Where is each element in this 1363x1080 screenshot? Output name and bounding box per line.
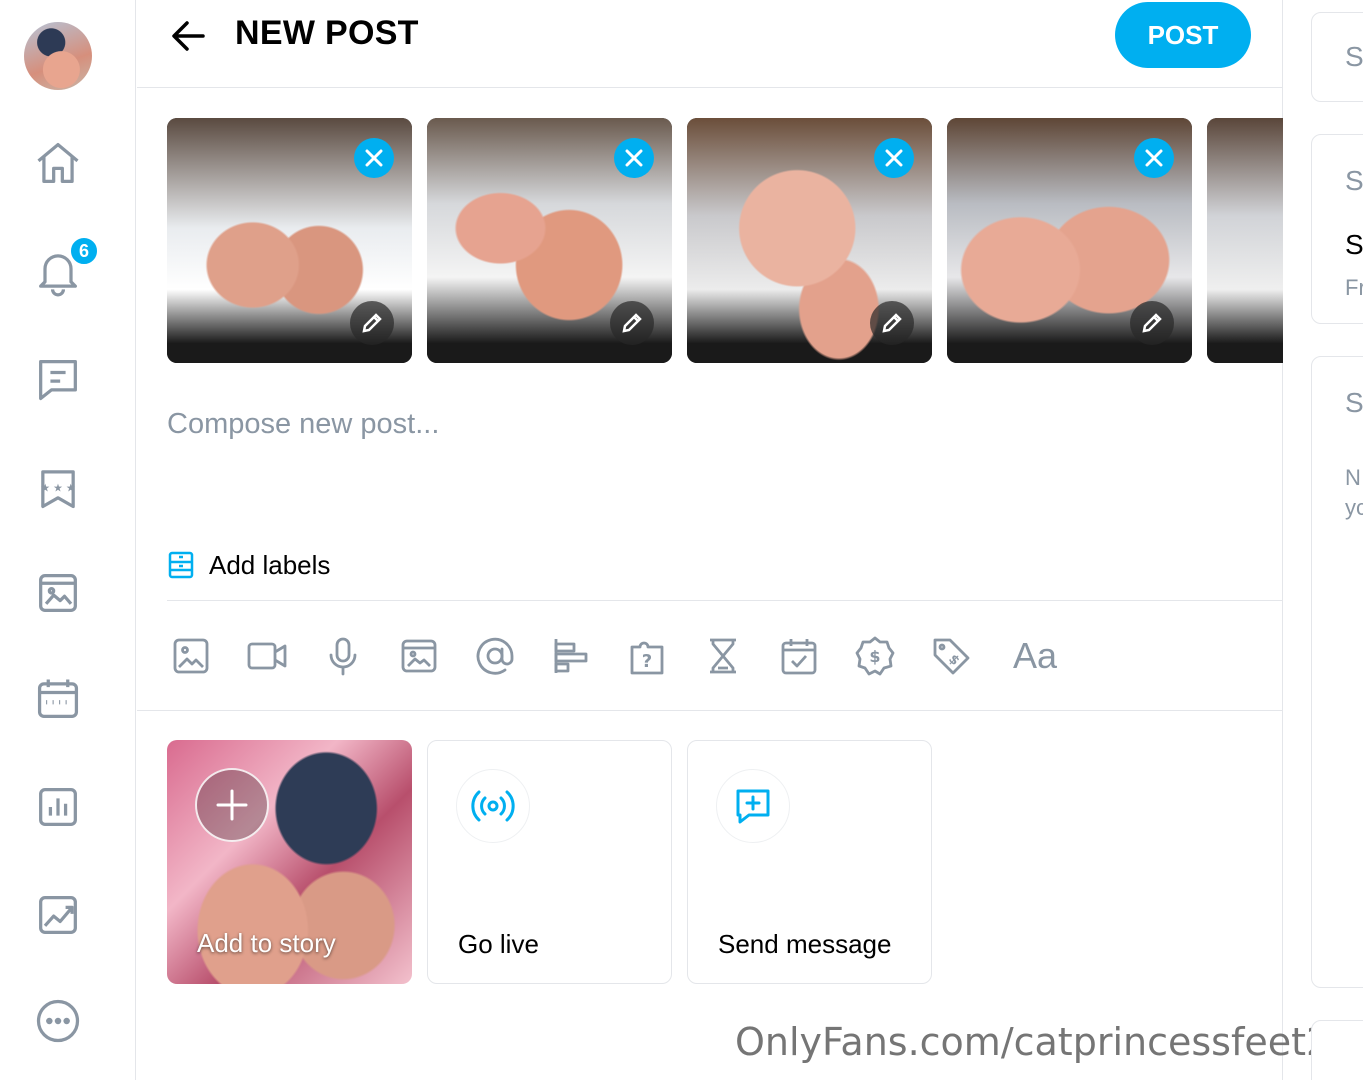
remove-media-icon[interactable] — [874, 138, 914, 178]
remove-media-icon[interactable] — [1134, 138, 1174, 178]
right-section-title: S — [1345, 165, 1363, 196]
text-format-button[interactable]: Aa — [1003, 630, 1067, 682]
media-thumbnail[interactable] — [947, 118, 1192, 363]
labels-icon — [168, 551, 194, 579]
edit-media-icon[interactable] — [1130, 301, 1174, 345]
page-header: NEW POST POST — [137, 0, 1283, 88]
back-arrow-icon[interactable] — [167, 14, 211, 58]
divider — [167, 600, 1283, 601]
collections-icon[interactable]: ★ ★ ★ — [30, 459, 86, 515]
hourglass-icon[interactable] — [699, 630, 747, 682]
post-button[interactable]: POST — [1115, 2, 1251, 68]
analytics-icon[interactable] — [30, 887, 86, 943]
edit-media-icon[interactable] — [610, 301, 654, 345]
more-icon[interactable] — [30, 993, 86, 1049]
price-tag-icon[interactable]: $ — [927, 630, 975, 682]
add-labels-label: Add labels — [209, 549, 331, 580]
statistics-icon[interactable] — [30, 779, 86, 835]
media-strip — [167, 118, 1283, 364]
add-to-story-label: Add to story — [197, 928, 336, 958]
svg-text:?: ? — [642, 651, 652, 672]
notification-count-badge: 6 — [68, 235, 100, 267]
right-section-subtext: Fr — [1345, 275, 1363, 300]
remove-media-icon[interactable] — [354, 138, 394, 178]
edit-media-icon[interactable] — [350, 301, 394, 345]
right-section-text: yc — [1345, 495, 1363, 520]
edit-media-icon[interactable] — [870, 301, 914, 345]
add-to-story-card[interactable]: Add to story — [167, 740, 412, 984]
remove-media-icon[interactable] — [614, 138, 654, 178]
search-placeholder: S — [1345, 41, 1363, 72]
sidebar: 6 ★ ★ ★ — [0, 0, 136, 1080]
send-message-card[interactable]: Send message — [687, 740, 932, 984]
add-labels-button[interactable]: Add labels — [167, 545, 330, 585]
go-live-card[interactable]: Go live — [427, 740, 672, 984]
right-section-card: S S Fr — [1311, 134, 1363, 324]
media-thumbnail[interactable] — [427, 118, 672, 363]
new-post-panel: NEW POST POST Add labels — [137, 0, 1283, 1080]
media-thumbnail[interactable] — [1207, 118, 1283, 363]
home-icon[interactable] — [30, 135, 86, 191]
search-box[interactable]: S — [1311, 12, 1363, 102]
new-message-icon — [716, 769, 790, 843]
right-section-card: S N yc — [1311, 356, 1363, 988]
right-section-card — [1311, 1020, 1363, 1080]
microphone-icon[interactable] — [319, 630, 367, 682]
right-section-title: S — [1345, 387, 1363, 418]
right-section-text: N — [1345, 465, 1361, 490]
image-icon[interactable] — [167, 630, 215, 682]
go-live-label: Go live — [458, 929, 539, 959]
divider — [137, 710, 1283, 711]
send-message-label: Send message — [718, 929, 892, 959]
media-thumbnail[interactable] — [687, 118, 932, 363]
watermark: OnlyFans.com/catprincessfeet2 — [735, 1020, 1331, 1064]
svg-text:★ ★ ★: ★ ★ ★ — [40, 482, 75, 494]
post-toolbar: ? $ $ Aa — [167, 630, 1167, 684]
live-broadcast-icon — [456, 769, 530, 843]
quiz-icon[interactable]: ? — [623, 630, 671, 682]
media-thumbnail[interactable] — [167, 118, 412, 363]
right-column: S S S Fr S N yc — [1311, 0, 1363, 1080]
avatar[interactable] — [24, 22, 92, 90]
video-icon[interactable] — [243, 630, 291, 682]
poll-icon[interactable] — [547, 630, 595, 682]
queue-calendar-icon[interactable] — [30, 671, 86, 727]
price-badge-icon[interactable]: $ — [851, 630, 899, 682]
messages-icon[interactable] — [30, 351, 86, 407]
schedule-calendar-icon[interactable] — [775, 630, 823, 682]
vault-icon[interactable] — [30, 565, 86, 621]
page-title: NEW POST — [235, 14, 419, 52]
right-section-text: S — [1345, 229, 1363, 260]
text-format-label: Aa — [1012, 635, 1058, 676]
plus-icon — [195, 768, 269, 842]
vault-media-icon[interactable] — [395, 630, 443, 682]
mention-icon[interactable] — [471, 630, 519, 682]
compose-post-input[interactable] — [167, 408, 1247, 518]
svg-text:$: $ — [869, 647, 880, 666]
